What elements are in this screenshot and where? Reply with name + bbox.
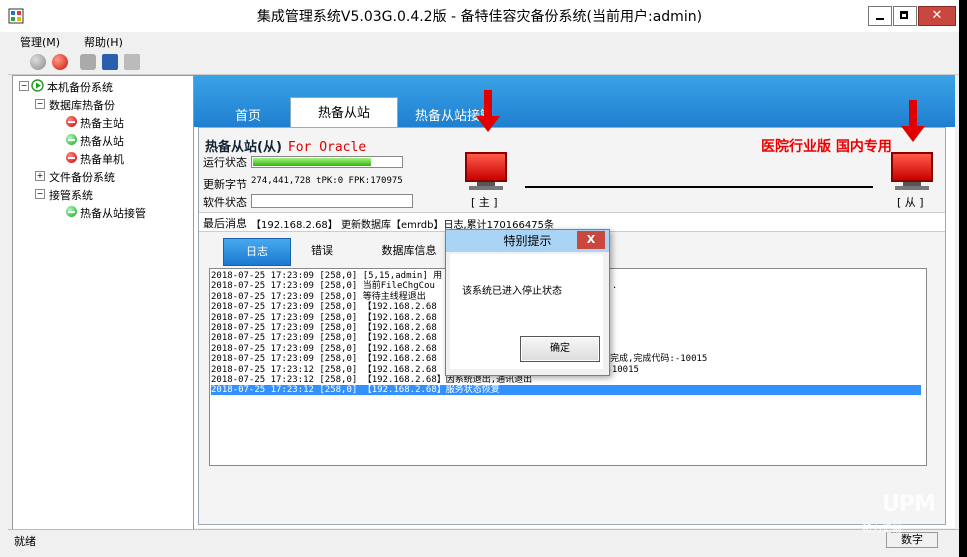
log-row[interactable]: 2018-07-25 17:23:12 [258,0] 【192.168.2.6… [211,385,921,396]
log-row-text: 2018-07-25 17:23:09 [258,0] [5,15,admin]… [211,271,443,281]
status-green-icon [66,206,77,217]
start-icon[interactable] [30,54,46,70]
log-row[interactable]: 2018-07-25 17:23:09 [258,0] 【192.168.2.6… [211,313,437,323]
status-red-icon [66,116,77,127]
app-window: 集成管理系统V5.03G.0.4.2版 - 备特佳容灾备份系统(当前用户:adm… [0,0,959,557]
collapse-icon[interactable]: − [35,99,45,109]
link-line [525,186,873,188]
software-status-field [251,194,413,208]
update-bytes-label: 更新字节 [203,178,247,191]
help-icon[interactable] [102,54,118,70]
dialog-close-button[interactable]: X [577,231,605,249]
log-row-text: 2018-07-25 17:23:09 [258,0] 【192.168.2.6… [211,312,437,323]
log-row[interactable]: 2018-07-25 17:23:09 [258,0] 等待主线程退出 [211,292,426,302]
toolbar [8,50,959,75]
log-row-text: 2018-07-25 17:23:12 [258,0] 【192.168.2.6… [211,375,533,385]
window-title: 集成管理系统V5.03G.0.4.2版 - 备特佳容灾备份系统(当前用户:adm… [256,9,703,25]
status-bar: 就绪 数字 [8,529,959,550]
dialog-message: 该系统已进入停止状态 [462,286,562,297]
watermark: UPM 和力记易 [862,492,942,535]
tree-hot-single[interactable]: 热备单机 [80,151,124,167]
master-label: [ 主 ] [471,196,498,209]
log-row[interactable]: 2018-07-25 17:23:09 [258,0] 【192.168.2.6… [211,343,610,354]
log-row-text: 2018-07-25 17:23:09 [258,0] 【192.168.2.6… [211,333,437,344]
run-status-progress [251,156,403,168]
slave-monitor-icon [889,152,935,192]
watermark-caption: 和力记易 [862,524,902,535]
run-status-label: 运行状态 [203,156,247,169]
log-row[interactable]: 2018-07-25 17:23:09 [258,0] 【192.168.2.6… [211,354,707,365]
status-red-icon [66,152,77,163]
navigation-tree: − 本机备份系统 − 数据库热备份 热备主站 热备从站 热备单机 + 文件备份系… [12,75,194,530]
software-status-label: 软件状态 [203,196,247,209]
trash-icon[interactable] [124,54,140,70]
status-green-icon [66,134,77,145]
tab-band: 首页 热备从站 热备从站接管 [194,75,955,129]
tree-hot-slave[interactable]: 热备从站 [80,133,124,149]
tree-file-backup[interactable]: 文件备份系统 [49,169,115,185]
progress-fill [253,158,372,166]
log-row[interactable]: 2018-07-25 17:23:09 [258,0] [5,15,admin]… [211,271,610,281]
last-message-label: 最后消息 [203,217,247,230]
arrow-down-icon [476,90,500,134]
log-row-text: 2018-07-25 17:23:09 [258,0] 【192.168.2.6… [211,343,437,354]
log-row-text: 2018-07-25 17:23:09 [258,0] 【192.168.2.6… [211,302,437,313]
db-type: For Oracle [287,140,367,155]
log-row-text: 2018-07-25 17:23:09 [258,0] 等待主线程退出 [211,291,426,302]
maximize-button[interactable] [893,6,917,26]
update-bytes-value: 274,441,728 tPK:0 FPK:170975 [251,176,403,186]
alert-dialog: 特别提示 X 该系统已进入停止状态 确定 [445,229,610,376]
title-bar[interactable]: 集成管理系统V5.03G.0.4.2版 - 备特佳容灾备份系统(当前用户:adm… [0,0,959,32]
log-row[interactable]: 2018-07-25 17:23:09 [258,0] 【192.168.2.6… [211,323,437,333]
status-text: 就绪 [14,535,36,548]
ok-button[interactable]: 确定 [520,336,600,362]
gear-icon[interactable] [80,54,96,70]
expand-icon[interactable]: + [35,171,45,181]
tab-hot-slave[interactable]: 热备从站 [290,97,398,129]
watermark-logo: UPM [882,492,936,517]
log-row-text: 2018-07-25 17:23:09 [258,0] 【192.168.2.6… [211,354,437,365]
log-row[interactable]: 2018-07-25 17:23:09 [258,0] 【192.168.2.6… [211,333,437,343]
tab-error[interactable]: 错误 [297,240,347,262]
collapse-icon[interactable]: − [19,81,29,91]
menu-help[interactable]: 帮助(H) [84,34,123,50]
panel-title: 热备从站(从) For Oracle [205,140,367,155]
close-icon: ✕ [931,8,943,23]
log-row[interactable]: 2018-07-25 17:23:09 [258,0] 当前FileChgCou… [211,281,617,292]
log-row-tail: 息完成,完成代码:-10015 [601,354,708,365]
log-row[interactable]: 2018-07-25 17:23:09 [258,0] 【192.168.2.6… [211,302,437,312]
log-row-text: 2018-07-25 17:23:09 [258,0] 当前FileChgCou [211,281,435,292]
tree-hot-master[interactable]: 热备主站 [80,115,124,131]
tab-log[interactable]: 日志 [223,238,291,266]
edition-banner: 医院行业版 国内专用 [761,139,892,155]
log-row[interactable]: 2018-07-25 17:23:12 [258,0] 【192.168.2.6… [211,364,639,375]
log-row-text: 2018-07-25 17:23:12 [258,0] 【192.168.2.6… [211,364,437,375]
stop-icon[interactable] [52,54,68,70]
tree-slave-takeover[interactable]: 热备从站接管 [80,205,146,221]
tree-db-hot-backup[interactable]: 数据库热备份 [49,97,115,113]
close-button[interactable]: ✕ [918,6,956,26]
tree-takeover[interactable]: 接管系统 [49,187,93,203]
menu-manage[interactable]: 管理(M) [20,34,60,50]
master-monitor-icon [463,152,509,192]
collapse-icon[interactable]: − [35,189,45,199]
arrow-down-icon [901,100,925,144]
menu-bar: 管理(M) 帮助(H) [8,32,959,50]
tab-home[interactable]: 首页 [214,105,282,129]
log-row-text: 2018-07-25 17:23:09 [258,0] 【192.168.2.6… [211,323,437,333]
minimize-button[interactable] [868,6,892,26]
dialog-body: 该系统已进入停止状态 确定 [450,254,603,369]
tree-root[interactable]: 本机备份系统 [47,79,113,95]
log-row[interactable]: 2018-07-25 17:23:12 [258,0] 【192.168.2.6… [211,375,532,385]
slave-label: [ 从 ] [897,196,924,209]
tab-db-info[interactable]: 数据库信息 [367,240,451,262]
play-icon [31,79,44,92]
log-row-text: 2018-07-25 17:23:12 [258,0] 【192.168.2.6… [211,385,500,396]
